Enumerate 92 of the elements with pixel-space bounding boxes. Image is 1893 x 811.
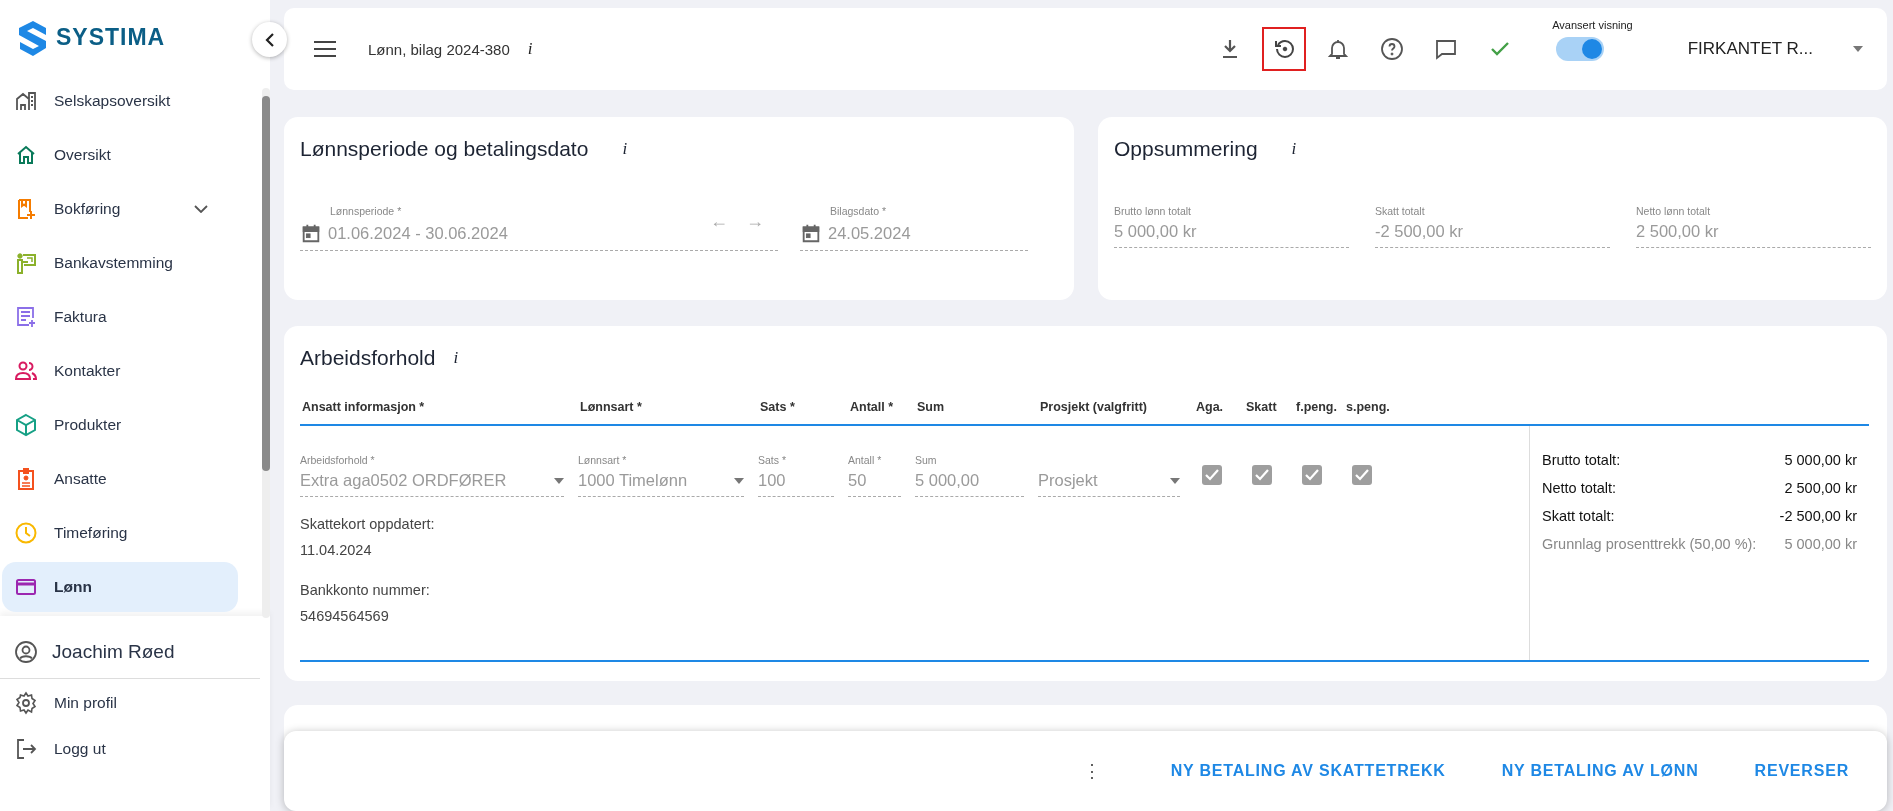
detail-label: Bankkonto nummer: (300, 581, 431, 600)
date-field[interactable]: Bilagsdato * 24.05.2024 (800, 205, 1028, 251)
company-select[interactable]: FIRKANTET R... (1687, 39, 1863, 59)
user-icon (14, 639, 38, 664)
card-title: Oppsummering (1114, 137, 1258, 161)
scrollbar[interactable] (262, 95, 270, 471)
toggle-switch[interactable] (1556, 37, 1605, 61)
check-icon (1305, 469, 1319, 481)
check-icon (1255, 469, 1269, 481)
column-header: Antall * (850, 400, 895, 414)
column-header: Ansatt informasjon * (302, 400, 426, 414)
settings-icon (14, 690, 38, 715)
chevron-left-icon (264, 32, 275, 47)
dropdown-caret-icon (1853, 46, 1863, 52)
detail-value: 11.04.2024 (300, 541, 373, 560)
check-icon (1355, 469, 1369, 481)
detail-label: Skattekort oppdatert: (300, 515, 436, 534)
sidebar-item[interactable]: Faktura (2, 291, 238, 342)
column-header: Aga. (1196, 400, 1225, 414)
logo-icon (18, 20, 48, 56)
checkbox[interactable] (1252, 465, 1272, 485)
sidebar-item[interactable]: Bokføring (2, 183, 238, 234)
dropdown-caret-icon (554, 477, 564, 484)
menu-icon[interactable] (314, 41, 336, 57)
sidebar-item[interactable]: Timeføring (2, 507, 238, 558)
summary-field: Netto lønn totalt 2 500,00 kr (1636, 205, 1871, 248)
input-field[interactable]: Sats * 100 (758, 454, 834, 497)
clock-icon (14, 520, 38, 545)
action-button[interactable]: NY BETALING AV SKATTETREKK (1156, 752, 1460, 790)
document-plus-icon (14, 304, 38, 329)
user-menu[interactable]: Joachim Røed (0, 625, 260, 679)
sidebar-item[interactable]: Min profil (0, 680, 270, 725)
logout-icon (14, 736, 38, 761)
history-icon (1272, 37, 1297, 61)
action-button[interactable]: REVERSER (1740, 752, 1863, 790)
sidebar-item[interactable]: Produkter (2, 399, 238, 450)
sidebar-item[interactable]: Lønn (2, 561, 238, 612)
total-value: 5 000,00 kr (1784, 452, 1857, 470)
sidebar-item[interactable]: Logg ut (0, 726, 270, 771)
info-button[interactable]: i (1291, 139, 1297, 159)
summary-field: Brutto lønn totalt 5 000,00 kr (1114, 205, 1349, 248)
sidebar-item[interactable]: Ansatte (2, 453, 238, 504)
column-header: Sum (917, 400, 946, 414)
total-value: -2 500,00 kr (1779, 508, 1857, 526)
toolbar-button[interactable] (1262, 27, 1307, 71)
dropdown-caret-icon (734, 477, 744, 484)
cube-icon (14, 412, 38, 437)
more-button[interactable]: ⋮ (1082, 760, 1101, 782)
info-button[interactable]: i (622, 139, 628, 159)
column-header: Sats * (760, 400, 796, 414)
detail-value: 54694564569 (300, 607, 390, 626)
logo-text: SYSTIMA (56, 24, 166, 52)
total-label: Brutto totalt: (1542, 452, 1621, 470)
toggle-label: Avansert visning (1552, 19, 1633, 31)
column-header: Lønnsart * (580, 400, 643, 414)
total-label: Grunnlag prosenttrekk (50,00 %): (1542, 536, 1757, 554)
check-icon (1205, 469, 1219, 481)
total-value: 5 000,00 kr (1784, 536, 1857, 554)
column-header: s.peng. (1346, 400, 1391, 414)
help-icon (1380, 37, 1405, 61)
info-button[interactable]: i (453, 348, 459, 368)
checkbox[interactable] (1202, 465, 1222, 485)
checkbox[interactable] (1352, 465, 1372, 485)
sidebar-item[interactable]: Kontakter (2, 345, 238, 396)
sidebar-item[interactable]: Bankavstemming (2, 237, 238, 288)
collapse-button[interactable] (252, 22, 287, 57)
sidebar-item[interactable]: Selskapsoversikt (2, 75, 238, 126)
action-button[interactable]: NY BETALING AV LØNN (1487, 752, 1713, 790)
total-label: Skatt totalt: (1542, 508, 1615, 526)
chat-icon (1434, 37, 1459, 61)
card-title: Arbeidsforhold (300, 346, 436, 370)
calendar-icon (800, 222, 822, 244)
sidebar-item[interactable]: Oversikt (2, 129, 238, 180)
card-title: Lønnsperiode og betalingsdato (300, 137, 589, 161)
info-button[interactable]: i (527, 39, 533, 59)
input-field[interactable]: Antall * 50 (848, 454, 901, 497)
column-header: Skatt (1246, 400, 1278, 414)
page-title: Lønn, bilag 2024-380 (368, 40, 510, 58)
summary-field: Skatt totalt -2 500,00 kr (1375, 205, 1610, 248)
checkbox[interactable] (1302, 465, 1322, 485)
bell-icon (1326, 37, 1351, 61)
presenter-board-icon (14, 250, 38, 275)
total-label: Netto totalt: (1542, 480, 1617, 498)
input-field[interactable]: Sum 5 000,00 (915, 454, 1024, 497)
column-header: f.peng. (1296, 400, 1338, 414)
dropdown-caret-icon (1170, 477, 1180, 484)
total-value: 2 500,00 kr (1784, 480, 1857, 498)
select-field[interactable]: Lønnsart * 1000 Timelønn (578, 454, 744, 497)
chevron-down-icon (194, 204, 208, 213)
calendar-icon (300, 222, 322, 244)
column-header: Prosjekt (valgfritt) (1040, 400, 1148, 414)
select-field[interactable]: Arbeidsforhold * Extra aga0502 ORDFØRER (300, 454, 564, 497)
